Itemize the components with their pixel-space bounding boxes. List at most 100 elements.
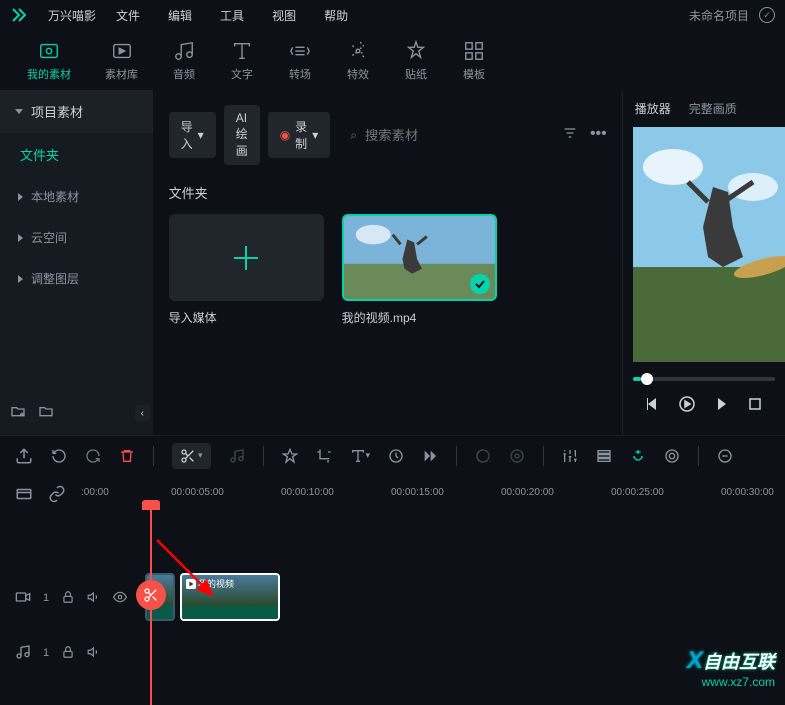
effects-icon xyxy=(346,39,370,63)
selected-check-icon xyxy=(470,274,490,294)
collapse-sidebar-button[interactable]: ‹ xyxy=(135,405,150,422)
sidebar-item-adjustment[interactable]: 调整图层 xyxy=(0,258,153,299)
magnet-icon[interactable] xyxy=(630,448,646,464)
music-icon[interactable] xyxy=(229,448,245,464)
speed-icon[interactable] xyxy=(388,448,404,464)
app-name: 万兴喵影 xyxy=(48,7,96,24)
visibility-icon[interactable] xyxy=(113,590,127,607)
text-tool-icon[interactable]: ▾ xyxy=(350,448,371,464)
sidebar-folder[interactable]: 文件夹 xyxy=(0,133,153,176)
sidebar-item-cloud[interactable]: 云空间 xyxy=(0,217,153,258)
media-item-video[interactable]: 我的视频.mp4 xyxy=(342,214,497,326)
timeline: :00:00 00:00:05:00 00:00:10:00 00:00:15:… xyxy=(0,475,785,693)
tab-effects[interactable]: 特效 xyxy=(334,34,382,87)
tab-stock-media[interactable]: 素材库 xyxy=(93,34,150,87)
tab-stickers[interactable]: 贴纸 xyxy=(392,34,440,87)
crop-icon[interactable] xyxy=(316,448,332,464)
preview-tab-player[interactable]: 播放器 xyxy=(635,100,671,117)
timeline-link-icon[interactable] xyxy=(48,485,66,508)
audio-track-icon[interactable] xyxy=(15,644,31,663)
record-button[interactable]: ◉ 录制 ▾ xyxy=(268,112,331,158)
menu-edit[interactable]: 编辑 xyxy=(168,7,192,24)
tab-my-media[interactable]: 我的素材 xyxy=(15,34,83,87)
mute-icon[interactable] xyxy=(87,590,101,607)
menu-tools[interactable]: 工具 xyxy=(220,7,244,24)
export-icon[interactable] xyxy=(15,447,33,465)
timeline-layers-icon[interactable] xyxy=(15,485,33,508)
settings-icon[interactable] xyxy=(509,448,525,464)
search-box[interactable]: ⌕ xyxy=(338,122,554,149)
watermark: X自由互联 www.xz7.com xyxy=(687,647,775,689)
playhead-handle[interactable] xyxy=(142,500,160,510)
tab-transition[interactable]: 转场 xyxy=(276,34,324,87)
video-track-icon[interactable] xyxy=(15,589,31,608)
timeline-ruler[interactable]: :00:00 00:00:05:00 00:00:10:00 00:00:15:… xyxy=(81,487,770,507)
delete-button[interactable] xyxy=(119,448,135,464)
tab-text[interactable]: 文字 xyxy=(218,34,266,87)
redo-button[interactable] xyxy=(85,448,101,464)
preview-progress[interactable] xyxy=(633,377,775,381)
lock-icon[interactable] xyxy=(61,645,75,662)
skip-icon[interactable] xyxy=(422,448,438,464)
chevron-down-icon xyxy=(15,109,23,114)
mute-icon[interactable] xyxy=(87,645,101,662)
prev-frame-button[interactable] xyxy=(645,396,661,417)
chevron-down-icon: ▾ xyxy=(198,128,204,142)
sidebar-bottom: ‹ xyxy=(0,393,160,434)
folder-icon[interactable] xyxy=(38,403,54,424)
link-icon[interactable] xyxy=(664,448,680,464)
text-icon xyxy=(230,39,254,63)
zoom-out-icon[interactable] xyxy=(717,448,733,464)
menu-bar: 文件 编辑 工具 视图 帮助 xyxy=(116,7,348,24)
next-frame-button[interactable] xyxy=(713,396,729,417)
ai-draw-button[interactable]: AI绘画 xyxy=(224,105,260,165)
media-icon xyxy=(37,39,61,63)
media-content: 导入 ▾ AI绘画 ◉ 录制 ▾ ⌕ ••• 文件夹 xyxy=(154,90,622,435)
mixer-icon[interactable] xyxy=(562,448,578,464)
search-icon: ⌕ xyxy=(350,128,357,143)
tab-audio[interactable]: 音频 xyxy=(160,34,208,87)
new-folder-icon[interactable] xyxy=(10,403,26,424)
chevron-right-icon xyxy=(18,275,23,283)
timeline-clip-main[interactable]: 我的视频 xyxy=(180,573,280,621)
split-button[interactable]: ▾ xyxy=(172,443,211,469)
chevron-right-icon xyxy=(18,234,23,242)
search-input[interactable] xyxy=(365,128,542,143)
sync-status-icon[interactable]: ✓ xyxy=(759,7,775,23)
filter-icon[interactable] xyxy=(562,125,578,146)
marker-icon[interactable] xyxy=(282,448,298,464)
preview-panel: 播放器 完整画质 xyxy=(622,90,785,435)
audio-icon xyxy=(172,39,196,63)
undo-button[interactable] xyxy=(51,448,67,464)
track-icon[interactable] xyxy=(596,448,612,464)
template-icon xyxy=(462,39,486,63)
play-button[interactable] xyxy=(679,396,695,417)
menu-file[interactable]: 文件 xyxy=(116,7,140,24)
stop-button[interactable] xyxy=(747,396,763,417)
sidebar-header-project[interactable]: 项目素材 xyxy=(0,90,153,133)
preview-video[interactable] xyxy=(633,127,785,362)
menu-help[interactable]: 帮助 xyxy=(324,7,348,24)
chevron-down-icon: ▾ xyxy=(312,128,318,142)
preview-tab-quality[interactable]: 完整画质 xyxy=(689,100,737,117)
timeline-toolbar: ▾ ▾ xyxy=(0,435,785,475)
main-toolbar: 我的素材 素材库 音频 文字 转场 特效 贴纸 模板 xyxy=(0,30,785,90)
video-track: 1 我的视频 xyxy=(15,573,770,623)
import-button[interactable]: 导入 ▾ xyxy=(169,112,216,158)
lock-icon[interactable] xyxy=(61,590,75,607)
cut-marker-icon[interactable] xyxy=(136,580,166,610)
app-logo-icon xyxy=(10,6,28,24)
audio-track: 1 xyxy=(15,628,770,678)
project-name: 未命名项目 xyxy=(689,7,749,24)
tab-templates[interactable]: 模板 xyxy=(450,34,498,87)
sidebar-item-local[interactable]: 本地素材 xyxy=(0,176,153,217)
progress-handle[interactable] xyxy=(641,373,653,385)
menu-view[interactable]: 视图 xyxy=(272,7,296,24)
titlebar: 万兴喵影 文件 编辑 工具 视图 帮助 未命名项目 ✓ xyxy=(0,0,785,30)
sticker-icon xyxy=(404,39,428,63)
color-icon[interactable] xyxy=(475,448,491,464)
import-media-tile[interactable]: 导入媒体 xyxy=(169,214,324,326)
sidebar: 项目素材 文件夹 本地素材 云空间 调整图层 xyxy=(0,90,154,435)
more-icon[interactable]: ••• xyxy=(590,125,607,146)
plus-icon xyxy=(226,238,266,278)
